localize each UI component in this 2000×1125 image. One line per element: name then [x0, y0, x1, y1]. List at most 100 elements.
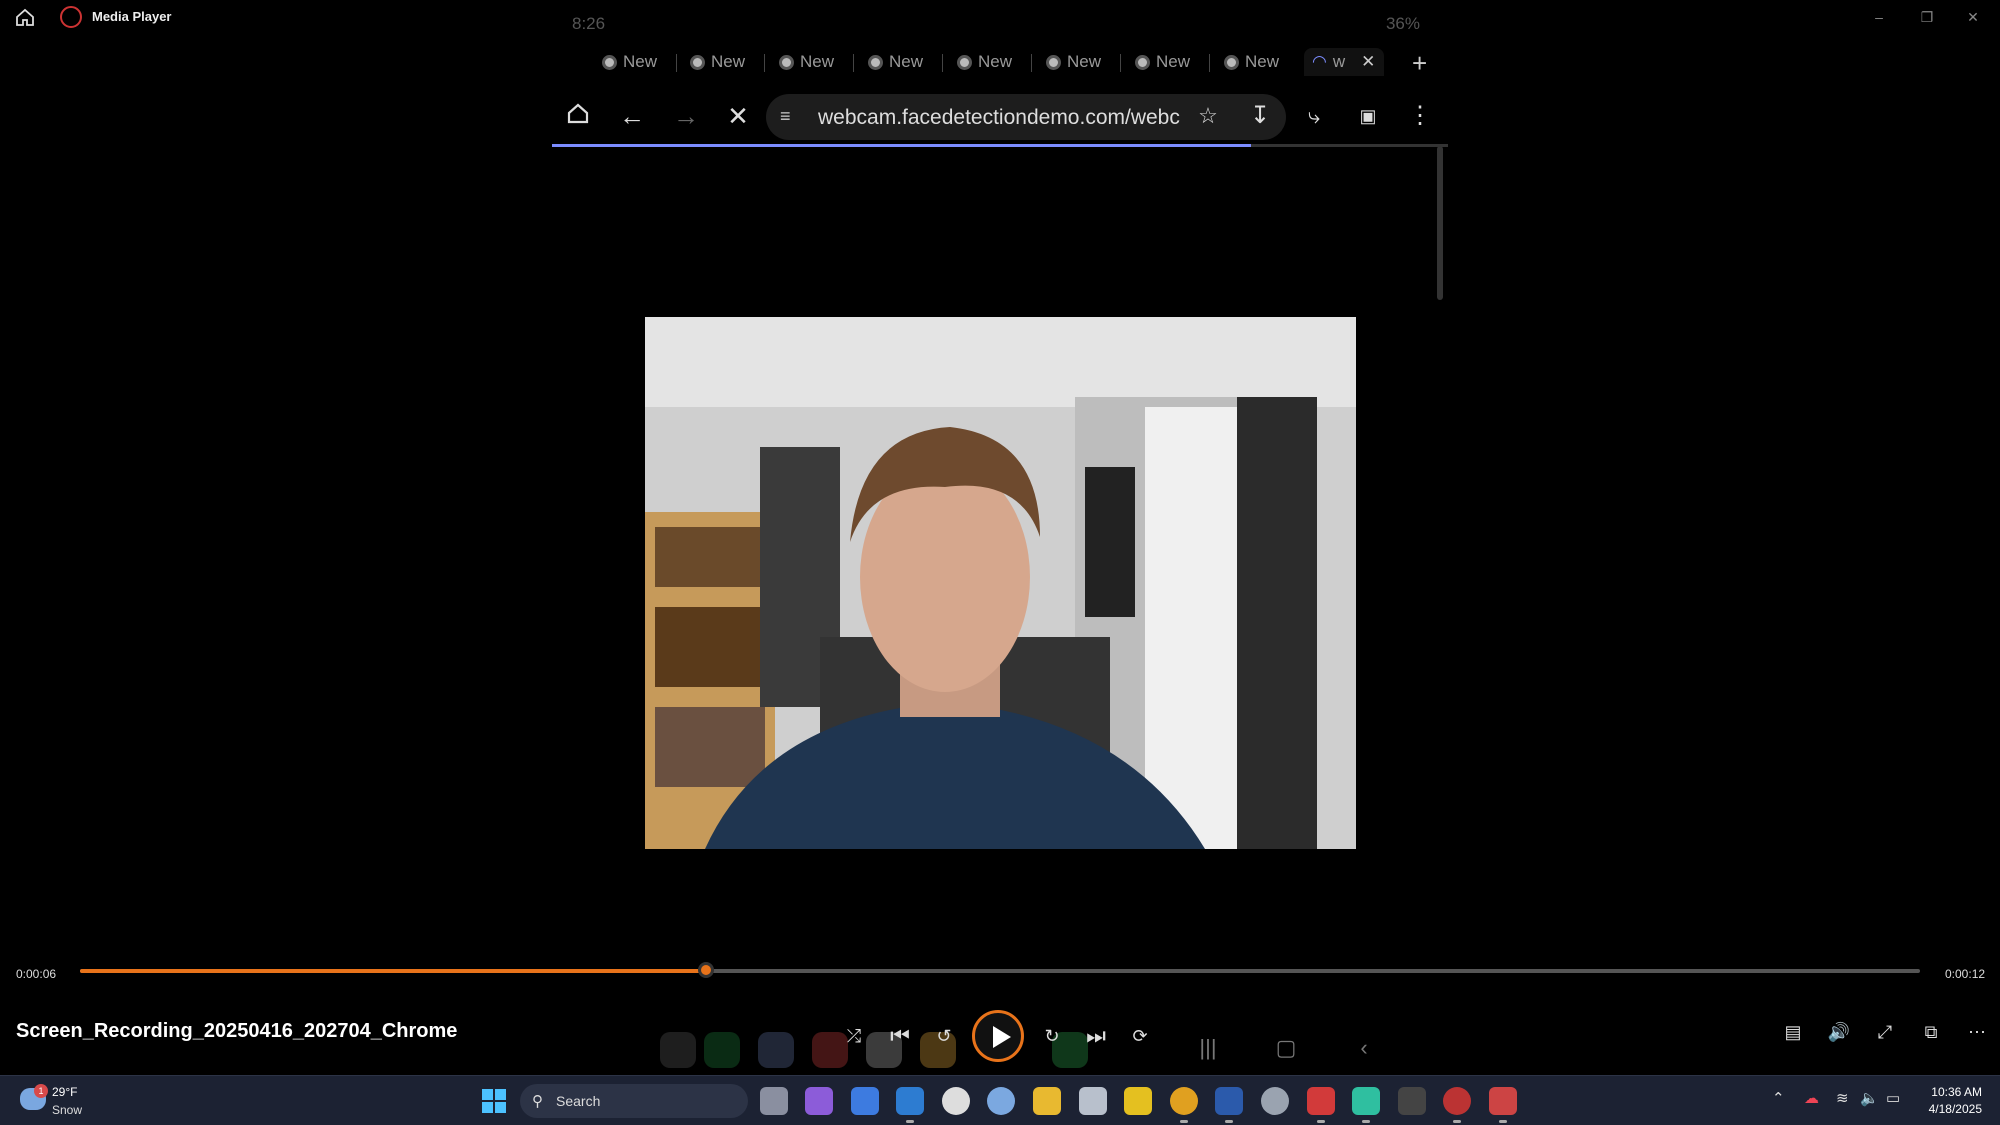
browser-tab-strip: New New New New New New New New ◠ w ✕ [552, 44, 1448, 80]
next-icon[interactable]: ⏭ [1078, 1018, 1114, 1054]
forward-30-icon[interactable]: ↻ [1034, 1018, 1070, 1054]
fullscreen-icon[interactable]: ⤢ [1871, 1018, 1899, 1046]
browser-tab-active[interactable]: ◠ w ✕ [1304, 48, 1384, 76]
webcam-person-image [645, 317, 1356, 849]
windows-taskbar: 1 29°F Snow ⚲ Search ⌃ ☁ ≋ 🔈 ▭ 10:36 AM … [0, 1075, 2000, 1125]
battery-icon[interactable]: ▭ [1886, 1089, 1900, 1107]
forward-arrow-icon[interactable]: → [670, 100, 702, 132]
site-settings-icon[interactable]: ≡ [780, 106, 791, 127]
stop-loading-icon[interactable]: ✕ [722, 100, 754, 132]
messages-app-icon [758, 1032, 794, 1068]
notepad-icon[interactable] [1352, 1087, 1380, 1123]
word-icon[interactable] [1215, 1087, 1243, 1123]
repeat-off-icon[interactable]: ⟳ [1122, 1018, 1158, 1054]
browser-tab[interactable]: New [1046, 48, 1101, 76]
status-battery: 36% [1385, 14, 1420, 33]
minimize-button[interactable]: – [1868, 6, 1890, 28]
start-button[interactable] [482, 1089, 506, 1113]
rewind-10-icon[interactable]: ↺ [926, 1018, 962, 1054]
app-icon[interactable] [1079, 1087, 1107, 1115]
browser-tab[interactable]: New [957, 48, 1012, 76]
captions-icon[interactable]: ▤ [1779, 1018, 1807, 1046]
search-label: Search [556, 1093, 601, 1109]
close-button[interactable]: ✕ [1962, 6, 1984, 28]
home-icon[interactable] [562, 100, 594, 132]
clock-date: 4/18/2025 [1928, 1102, 1982, 1116]
new-tab-button[interactable]: + [1412, 48, 1427, 79]
bookmark-star-icon[interactable]: ☆ [1192, 100, 1224, 132]
copilot-icon[interactable] [805, 1087, 833, 1115]
r-app-icon[interactable] [987, 1087, 1015, 1115]
power-bi-icon[interactable] [1124, 1087, 1152, 1115]
browser-tab[interactable]: New [602, 48, 657, 76]
seek-bar[interactable] [80, 969, 1920, 973]
chrome-icon [957, 54, 972, 70]
media-player-app-icon [60, 6, 82, 28]
phone-app-icon [704, 1032, 740, 1068]
media-title: Screen_Recording_20250416_202704_Chrome [16, 1020, 458, 1042]
back-nav-icon: ‹ [1360, 1035, 1368, 1060]
snipping-tool-icon[interactable] [1489, 1087, 1517, 1123]
more-options-icon[interactable]: ⋯ [1963, 1018, 1991, 1046]
chrome-icon [690, 54, 705, 70]
previous-icon[interactable]: ⏮ [882, 1018, 918, 1054]
taskbar-search[interactable]: ⚲ Search [520, 1084, 748, 1118]
current-time: 0:00:06 [16, 967, 57, 981]
webcam-video-frame [645, 317, 1356, 849]
chrome-icon [1046, 54, 1061, 70]
task-view-icon[interactable] [760, 1087, 788, 1115]
onedrive-icon[interactable]: ☁ [1804, 1089, 1819, 1107]
back-arrow-icon[interactable]: ← [616, 100, 648, 132]
chrome-icon [1224, 54, 1239, 70]
terminal-icon[interactable] [1398, 1087, 1426, 1115]
store-icon[interactable] [851, 1087, 879, 1115]
search-icon: ⚲ [532, 1093, 543, 1110]
browser-tab[interactable]: New [1135, 48, 1190, 76]
speaker-icon[interactable]: 🔈 [1860, 1089, 1879, 1107]
weather-temp: 29°F [52, 1085, 78, 1099]
home-nav-icon: ▢ [1275, 1035, 1297, 1060]
play-icon [993, 1026, 1011, 1048]
loading-spinner-icon: ◠ [1312, 52, 1327, 71]
download-icon[interactable]: ↧ [1244, 100, 1276, 132]
app-title: Media Player [92, 9, 172, 24]
browser-tab[interactable]: New [868, 48, 923, 76]
shuffle-icon[interactable]: ⤮ [836, 1018, 872, 1054]
chrome-icon [868, 54, 883, 70]
app-drawer-icon [660, 1032, 696, 1068]
browser-tab[interactable]: New [1224, 48, 1279, 76]
weather-condition: Snow [52, 1103, 83, 1117]
vscode-icon[interactable] [896, 1087, 924, 1123]
url-text[interactable]: webcam.facedetectiondemo.com/webc [818, 106, 1180, 130]
mini-view-icon[interactable]: ⧉ [1917, 1018, 1945, 1046]
media-player-icon[interactable] [1443, 1087, 1471, 1123]
tab-switcher-icon[interactable]: ▣ [1352, 100, 1384, 132]
alien-app-icon[interactable] [942, 1087, 970, 1115]
more-menu-icon[interactable]: ⋮ [1404, 100, 1436, 132]
page-scrollbar[interactable] [1437, 146, 1443, 300]
wifi-icon[interactable]: ≋ [1836, 1089, 1849, 1107]
chrome-icon [602, 54, 617, 70]
playback-controls: ⤮ ⏮ ↺ ↻ ⏭ ⟳ ||| ▢ ‹ [660, 1010, 1368, 1068]
share-icon[interactable]: ⤷ [1298, 100, 1330, 132]
volume-icon[interactable]: 🔊 [1825, 1018, 1853, 1046]
recent-apps-icon: ||| [1199, 1035, 1217, 1060]
status-time: 8:26 [572, 14, 606, 33]
show-hidden-icons-icon[interactable]: ⌃ [1772, 1089, 1785, 1107]
browser-tab[interactable]: New [779, 48, 834, 76]
restore-button[interactable]: ❐ [1916, 6, 1938, 28]
recorder-icon[interactable] [1307, 1087, 1335, 1123]
notification-badge: 1 [34, 1084, 48, 1098]
close-tab-icon[interactable]: ✕ [1361, 52, 1375, 72]
file-explorer-icon[interactable] [1033, 1087, 1061, 1115]
browser-toolbar: ← → ✕ ≡ webcam.facedetectiondemo.com/web… [552, 88, 1448, 144]
home-icon[interactable] [14, 6, 36, 28]
settings-icon[interactable] [1261, 1087, 1289, 1115]
browser-tab[interactable]: New [690, 48, 745, 76]
chrome-icon [1135, 54, 1150, 70]
total-time: 0:00:12 [1945, 967, 1986, 981]
play-button[interactable] [972, 1010, 1024, 1062]
chrome-icon[interactable] [1170, 1087, 1198, 1123]
system-clock[interactable]: 10:36 AM 4/18/2025 [1929, 1084, 1982, 1118]
seek-thumb[interactable] [697, 962, 714, 978]
